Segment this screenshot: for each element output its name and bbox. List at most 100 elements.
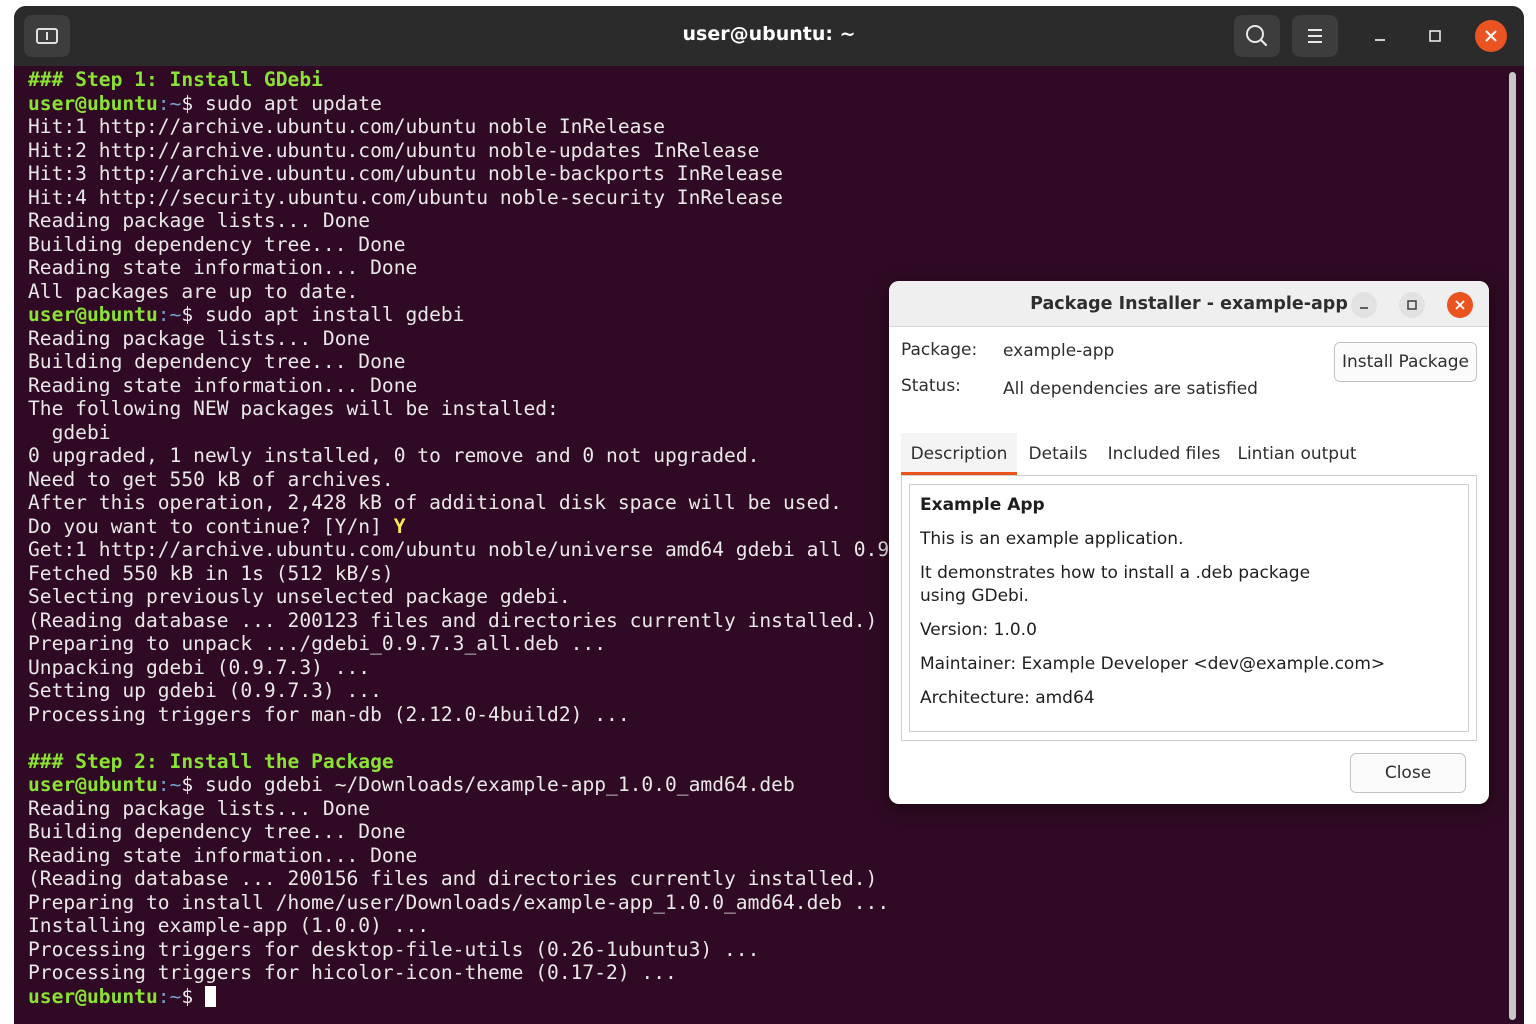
search-icon: [1246, 25, 1268, 47]
terminal-line: Building dependency tree... Done: [28, 820, 1508, 844]
output-text: (Reading database ... 200123 files and d…: [28, 608, 878, 632]
output-text: Building dependency tree... Done: [28, 350, 406, 373]
command-text: $: [181, 984, 205, 1008]
prompt-user: user@ubuntu: [28, 91, 158, 115]
terminal-line: Hit:1 http://archive.ubuntu.com/ubuntu n…: [28, 115, 1508, 139]
output-text: Reading package lists... Done: [28, 209, 371, 232]
search-button[interactable]: [1234, 15, 1280, 57]
prompt-path: :~: [157, 773, 182, 796]
output-text: After this operation, 2,428 kB of additi…: [28, 491, 842, 514]
output-text: Processing triggers for man-db (2.12.0-4…: [28, 702, 630, 726]
prompt-path: :~: [157, 91, 182, 115]
app-name: Example App: [920, 495, 1045, 515]
output-text: Processing triggers for hicolor-icon-the…: [28, 961, 677, 984]
close-icon: [1485, 30, 1497, 42]
app-summary: This is an example application.: [920, 529, 1184, 549]
output-text: Hit:3 http://archive.ubuntu.com/ubuntu n…: [28, 162, 783, 185]
terminal-line: Hit:3 http://archive.ubuntu.com/ubuntu n…: [28, 162, 1508, 186]
output-text: gdebi: [28, 420, 111, 444]
terminal-line: Hit:4 http://security.ubuntu.com/ubuntu …: [28, 186, 1508, 210]
output-text: Building dependency tree... Done: [28, 820, 406, 843]
tab-lintian-output[interactable]: Lintian output: [1235, 433, 1359, 475]
terminal-titlebar: user@ubuntu: ~: [14, 6, 1524, 66]
output-text: The following NEW packages will be insta…: [28, 397, 559, 420]
output-text: Installing example-app (1.0.0) ...: [28, 914, 430, 937]
app-architecture: Architecture: amd64: [920, 688, 1095, 708]
command-text: $ sudo apt install gdebi: [181, 303, 465, 326]
output-text: Setting up gdebi (0.9.7.3) ...: [28, 679, 382, 702]
menu-button[interactable]: [1292, 15, 1338, 57]
terminal-line: Hit:2 http://archive.ubuntu.com/ubuntu n…: [28, 139, 1508, 163]
dialog-minimize-button[interactable]: [1351, 292, 1377, 318]
prompt-user: user@ubuntu: [28, 984, 158, 1008]
terminal-line: Processing triggers for hicolor-icon-the…: [28, 961, 1508, 985]
output-text: Preparing to install /home/user/Download…: [28, 890, 890, 914]
package-installer-dialog: Package Installer - example-app Package:…: [889, 281, 1489, 804]
maximize-button[interactable]: [1419, 20, 1451, 52]
prompt-user: user@ubuntu: [28, 303, 158, 326]
tab-included-files[interactable]: Included files: [1103, 433, 1225, 475]
command-text: $ sudo gdebi ~/Downloads/example-app_1.0…: [181, 773, 795, 796]
output-text: Hit:1 http://archive.ubuntu.com/ubuntu n…: [28, 115, 666, 138]
output-text: Building dependency tree... Done: [28, 232, 406, 256]
app-maintainer: Maintainer: Example Developer <dev@examp…: [920, 654, 1386, 674]
description-text-area[interactable]: Example App This is an example applicati…: [909, 484, 1469, 732]
output-text: Do you want to continue? [Y/n]: [28, 514, 394, 538]
output-text: Unpacking gdebi (0.9.7.3) ...: [28, 655, 371, 679]
terminal-line: (Reading database ... 200156 files and d…: [28, 867, 1508, 891]
close-window-button[interactable]: [1475, 20, 1507, 52]
output-text: Reading state information... Done: [28, 843, 418, 867]
terminal-line: Preparing to install /home/user/Download…: [28, 891, 1508, 915]
terminal-line: Reading state information... Done: [28, 256, 1508, 280]
status-value: All dependencies are satisfied: [1003, 379, 1258, 399]
package-value: example-app: [1003, 341, 1115, 361]
minimize-button[interactable]: [1364, 20, 1396, 52]
maximize-icon: [1429, 30, 1441, 42]
output-text: 0 upgraded, 1 newly installed, 0 to remo…: [28, 444, 760, 467]
tab-description[interactable]: Description: [901, 433, 1017, 475]
app-version: Version: 1.0.0: [920, 620, 1037, 640]
terminal-line: ### Step 1: Install GDebi: [28, 68, 1508, 92]
text-cursor: [204, 985, 216, 1007]
status-label: Status:: [901, 376, 961, 396]
terminal-line: Reading package lists... Done: [28, 209, 1508, 233]
close-icon: [1455, 300, 1465, 310]
prompt-user: user@ubuntu: [28, 773, 158, 796]
terminal-scrollbar[interactable]: [1509, 72, 1516, 1020]
output-text: All packages are up to date.: [28, 279, 359, 303]
dialog-maximize-button[interactable]: [1399, 292, 1425, 318]
command-text: $ sudo apt update: [181, 91, 382, 115]
dialog-titlebar: Package Installer - example-app: [889, 281, 1489, 327]
section-heading: ### Step 1: Install GDebi: [28, 68, 323, 91]
section-heading: ### Step 2: Install the Package: [28, 749, 394, 773]
user-answer: Y: [393, 514, 406, 538]
terminal-line: user@ubuntu:~$: [28, 985, 1508, 1009]
maximize-icon: [1407, 300, 1417, 310]
minimize-icon: [1360, 307, 1368, 309]
install-package-button[interactable]: Install Package: [1334, 342, 1477, 382]
close-button[interactable]: Close: [1350, 753, 1466, 793]
tab-details[interactable]: Details: [1021, 433, 1095, 475]
minimize-icon: [1375, 39, 1385, 41]
terminal-line: Building dependency tree... Done: [28, 233, 1508, 257]
output-text: Reading state information... Done: [28, 256, 418, 279]
output-text: Reading package lists... Done: [28, 796, 371, 820]
output-text: Hit:2 http://archive.ubuntu.com/ubuntu n…: [28, 138, 760, 162]
output-text: Hit:4 http://security.ubuntu.com/ubuntu …: [28, 185, 783, 209]
terminal-line: Processing triggers for desktop-file-uti…: [28, 938, 1508, 962]
terminal-line: Reading state information... Done: [28, 844, 1508, 868]
prompt-path: :~: [157, 303, 182, 326]
output-text: Preparing to unpack .../gdebi_0.9.7.3_al…: [28, 632, 607, 655]
prompt-path: :~: [157, 984, 182, 1008]
dialog-close-button[interactable]: [1447, 292, 1473, 318]
output-text: Need to get 550 kB of archives.: [28, 467, 394, 491]
output-text: Fetched 550 kB in 1s (512 kB/s): [28, 561, 394, 585]
output-text: Reading package lists... Done: [28, 326, 371, 350]
terminal-line: user@ubuntu:~$ sudo apt update: [28, 92, 1508, 116]
output-text: (Reading database ... 200156 files and d…: [28, 867, 878, 890]
output-text: Reading state information... Done: [28, 373, 418, 397]
terminal-line: Installing example-app (1.0.0) ...: [28, 914, 1508, 938]
package-label: Package:: [901, 340, 978, 360]
app-description-line-2: using GDebi.: [920, 586, 1029, 606]
app-description-line-1: It demonstrates how to install a .deb pa…: [920, 563, 1311, 583]
